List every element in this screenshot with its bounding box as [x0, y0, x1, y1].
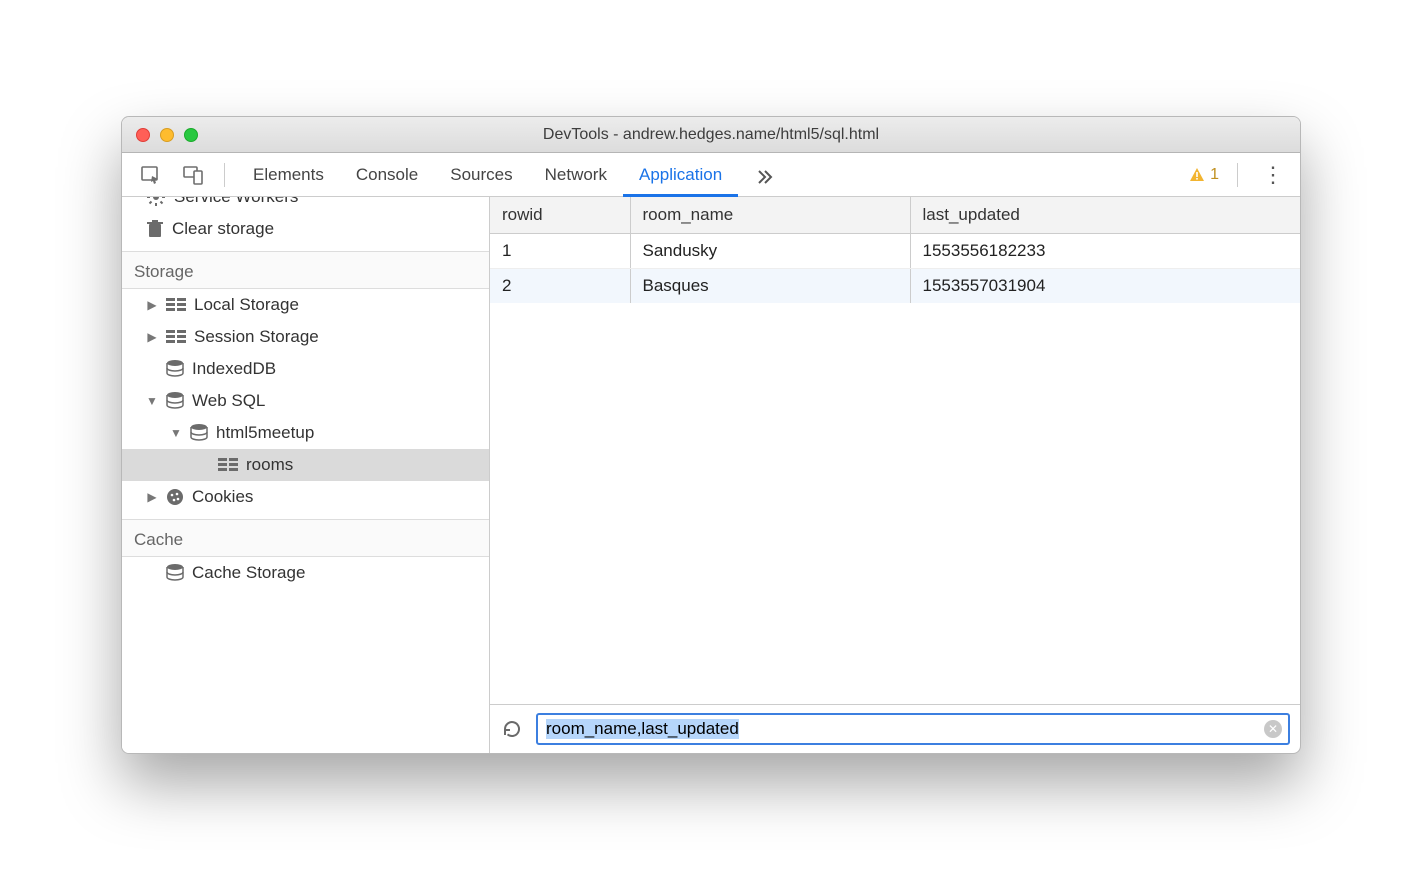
database-icon — [166, 564, 184, 582]
data-table: rowid room_name last_updated 1 Sandusky … — [490, 197, 1300, 704]
table-icon — [218, 458, 238, 472]
sidebar-item-label: Service Workers — [174, 197, 298, 207]
column-header-room-name[interactable]: room_name — [630, 197, 910, 234]
sidebar-item-service-workers[interactable]: Service Workers — [122, 197, 489, 213]
cell-rowid: 2 — [490, 269, 630, 304]
clear-input-icon[interactable]: ✕ — [1264, 720, 1282, 738]
sidebar-item-indexeddb[interactable]: IndexedDB — [122, 353, 489, 385]
sidebar-item-label: Cookies — [192, 487, 253, 507]
cell-rowid: 1 — [490, 234, 630, 269]
sidebar-item-table[interactable]: rooms — [122, 449, 489, 481]
cookie-icon — [166, 488, 184, 506]
cell-room-name: Sandusky — [630, 234, 910, 269]
cell-room-name: Basques — [630, 269, 910, 304]
chevron-right-icon: ▶ — [146, 330, 158, 344]
sidebar-item-label: rooms — [246, 455, 293, 475]
separator — [1237, 163, 1238, 187]
tab-sources[interactable]: Sources — [434, 153, 528, 196]
minimize-window-button[interactable] — [160, 128, 174, 142]
window-title: DevTools - andrew.hedges.name/html5/sql.… — [122, 126, 1300, 144]
sidebar: Service Workers Clear storage Storage ▶ … — [122, 197, 490, 753]
sidebar-item-session-storage[interactable]: ▶ Session Storage — [122, 321, 489, 353]
column-header-rowid[interactable]: rowid — [490, 197, 630, 234]
sidebar-item-database[interactable]: ▼ html5meetup — [122, 417, 489, 449]
cell-last-updated: 1553556182233 — [910, 234, 1300, 269]
tab-more-icon[interactable] — [738, 153, 790, 196]
database-icon — [166, 392, 184, 410]
warnings-count: 1 — [1210, 166, 1219, 184]
chevron-down-icon: ▼ — [146, 394, 158, 408]
chevron-right-icon: ▶ — [146, 490, 158, 504]
chevron-right-icon: ▶ — [146, 298, 158, 312]
refresh-button[interactable] — [500, 717, 524, 741]
settings-menu-icon[interactable]: ⋮ — [1256, 162, 1290, 188]
chevron-down-icon: ▼ — [170, 426, 182, 440]
sql-query-text: room_name,last_updated — [546, 719, 739, 739]
sidebar-item-web-sql[interactable]: ▼ Web SQL — [122, 385, 489, 417]
table-row[interactable]: 1 Sandusky 1553556182233 — [490, 234, 1300, 269]
close-window-button[interactable] — [136, 128, 150, 142]
database-icon — [190, 424, 208, 442]
traffic-lights — [122, 128, 198, 142]
cell-last-updated: 1553557031904 — [910, 269, 1300, 304]
sidebar-section-storage: Storage — [122, 251, 489, 289]
bottom-bar: room_name,last_updated ✕ — [490, 704, 1300, 753]
sidebar-item-label: html5meetup — [216, 423, 314, 443]
maximize-window-button[interactable] — [184, 128, 198, 142]
table-icon — [166, 330, 186, 344]
sql-query-input[interactable]: room_name,last_updated ✕ — [536, 713, 1290, 745]
sidebar-section-cache: Cache — [122, 519, 489, 557]
sidebar-item-label: IndexedDB — [192, 359, 276, 379]
titlebar: DevTools - andrew.hedges.name/html5/sql.… — [122, 117, 1300, 153]
warnings-indicator[interactable]: 1 — [1189, 166, 1219, 184]
sidebar-item-cookies[interactable]: ▶ Cookies — [122, 481, 489, 513]
gear-icon — [146, 197, 166, 207]
trash-icon — [146, 219, 164, 239]
panel-tabs: Elements Console Sources Network Applica… — [237, 153, 790, 196]
tab-elements[interactable]: Elements — [237, 153, 340, 196]
sidebar-item-local-storage[interactable]: ▶ Local Storage — [122, 289, 489, 321]
devtools-window: DevTools - andrew.hedges.name/html5/sql.… — [121, 116, 1301, 754]
column-header-last-updated[interactable]: last_updated — [910, 197, 1300, 234]
tab-application[interactable]: Application — [623, 153, 738, 196]
sidebar-item-label: Session Storage — [194, 327, 319, 347]
database-icon — [166, 360, 184, 378]
table-row[interactable]: 2 Basques 1553557031904 — [490, 269, 1300, 304]
tab-console[interactable]: Console — [340, 153, 434, 196]
sidebar-item-label: Web SQL — [192, 391, 265, 411]
tab-network[interactable]: Network — [529, 153, 623, 196]
main-toolbar: Elements Console Sources Network Applica… — [122, 153, 1300, 197]
main-panel: rowid room_name last_updated 1 Sandusky … — [490, 197, 1300, 753]
table-icon — [166, 298, 186, 312]
sidebar-item-cache-storage[interactable]: Cache Storage — [122, 557, 489, 589]
sidebar-item-label: Cache Storage — [192, 563, 305, 583]
sidebar-item-label: Clear storage — [172, 219, 274, 239]
sidebar-item-label: Local Storage — [194, 295, 299, 315]
inspect-element-icon[interactable] — [132, 160, 170, 190]
separator — [224, 163, 225, 187]
sidebar-item-clear-storage[interactable]: Clear storage — [122, 213, 489, 245]
device-toggle-icon[interactable] — [174, 160, 212, 190]
